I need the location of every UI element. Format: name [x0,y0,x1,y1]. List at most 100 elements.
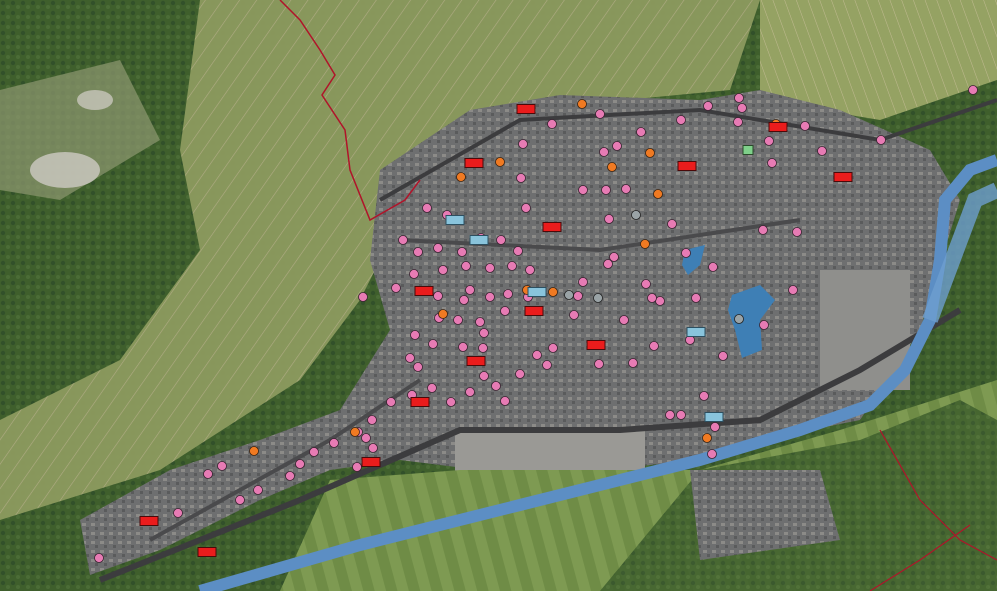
pink-point-marker[interactable] [578,277,588,287]
pink-point-marker[interactable] [621,184,631,194]
map-canvas[interactable] [0,0,997,591]
red-rect-marker[interactable] [516,104,536,114]
grey-point-marker[interactable] [631,210,641,220]
pink-point-marker[interactable] [817,146,827,156]
pink-point-marker[interactable] [800,121,810,131]
pink-point-marker[interactable] [733,117,743,127]
pink-point-marker[interactable] [367,415,377,425]
red-rect-marker[interactable] [677,161,697,171]
pink-point-marker[interactable] [413,362,423,372]
orange-point-marker[interactable] [456,172,466,182]
pink-point-marker[interactable] [413,247,423,257]
pink-point-marker[interactable] [295,459,305,469]
pink-point-marker[interactable] [500,306,510,316]
pink-point-marker[interactable] [457,247,467,257]
orange-point-marker[interactable] [438,309,448,319]
pink-point-marker[interactable] [759,320,769,330]
pink-point-marker[interactable] [500,396,510,406]
pink-point-marker[interactable] [386,397,396,407]
pink-point-marker[interactable] [619,315,629,325]
pink-point-marker[interactable] [707,449,717,459]
pink-point-marker[interactable] [459,295,469,305]
pink-point-marker[interactable] [612,141,622,151]
red-rect-marker[interactable] [768,122,788,132]
pink-point-marker[interactable] [503,289,513,299]
pink-point-marker[interactable] [491,381,501,391]
pink-point-marker[interactable] [398,235,408,245]
pink-point-marker[interactable] [703,101,713,111]
pink-point-marker[interactable] [676,410,686,420]
pink-point-marker[interactable] [601,185,611,195]
pink-point-marker[interactable] [358,292,368,302]
pink-point-marker[interactable] [708,262,718,272]
blue-rect-marker[interactable] [686,327,706,337]
pink-point-marker[interactable] [578,185,588,195]
pink-point-marker[interactable] [758,225,768,235]
pink-point-marker[interactable] [521,203,531,213]
pink-point-marker[interactable] [475,317,485,327]
pink-point-marker[interactable] [94,553,104,563]
pink-point-marker[interactable] [391,283,401,293]
pink-point-marker[interactable] [548,343,558,353]
pink-point-marker[interactable] [368,443,378,453]
grey-point-marker[interactable] [564,290,574,300]
red-rect-marker[interactable] [542,222,562,232]
pink-point-marker[interactable] [433,291,443,301]
pink-point-marker[interactable] [628,358,638,368]
pink-point-marker[interactable] [427,383,437,393]
orange-point-marker[interactable] [653,189,663,199]
pink-point-marker[interactable] [461,261,471,271]
pink-point-marker[interactable] [532,350,542,360]
pink-point-marker[interactable] [599,147,609,157]
red-rect-marker[interactable] [361,457,381,467]
pink-point-marker[interactable] [253,485,263,495]
pink-point-marker[interactable] [203,469,213,479]
pink-point-marker[interactable] [968,85,978,95]
pink-point-marker[interactable] [734,93,744,103]
blue-rect-marker[interactable] [445,215,465,225]
pink-point-marker[interactable] [446,397,456,407]
blue-rect-marker[interactable] [527,287,547,297]
aerial-map[interactable] [0,0,997,591]
pink-point-marker[interactable] [594,359,604,369]
pink-point-marker[interactable] [409,269,419,279]
pink-point-marker[interactable] [573,291,583,301]
pink-point-marker[interactable] [699,391,709,401]
pink-point-marker[interactable] [569,310,579,320]
pink-point-marker[interactable] [479,328,489,338]
grey-point-marker[interactable] [593,293,603,303]
blue-rect-marker[interactable] [704,412,724,422]
pink-point-marker[interactable] [352,462,362,472]
pink-point-marker[interactable] [876,135,886,145]
pink-point-marker[interactable] [433,243,443,253]
pink-point-marker[interactable] [667,219,677,229]
pink-point-marker[interactable] [285,471,295,481]
orange-point-marker[interactable] [495,157,505,167]
pink-point-marker[interactable] [788,285,798,295]
pink-point-marker[interactable] [453,315,463,325]
pink-point-marker[interactable] [542,360,552,370]
pink-point-marker[interactable] [422,203,432,213]
red-rect-marker[interactable] [414,286,434,296]
pink-point-marker[interactable] [710,422,720,432]
red-rect-marker[interactable] [464,158,484,168]
pink-point-marker[interactable] [465,387,475,397]
pink-point-marker[interactable] [718,351,728,361]
pink-point-marker[interactable] [649,341,659,351]
pink-point-marker[interactable] [410,330,420,340]
pink-point-marker[interactable] [516,173,526,183]
red-rect-marker[interactable] [833,172,853,182]
pink-point-marker[interactable] [636,127,646,137]
pink-point-marker[interactable] [309,447,319,457]
pink-point-marker[interactable] [792,227,802,237]
red-rect-marker[interactable] [524,306,544,316]
pink-point-marker[interactable] [479,371,489,381]
orange-point-marker[interactable] [249,446,259,456]
pink-point-marker[interactable] [485,292,495,302]
red-rect-marker[interactable] [139,516,159,526]
blue-rect-marker[interactable] [469,235,489,245]
pink-point-marker[interactable] [681,248,691,258]
pink-point-marker[interactable] [525,265,535,275]
pink-point-marker[interactable] [737,103,747,113]
pink-point-marker[interactable] [235,495,245,505]
